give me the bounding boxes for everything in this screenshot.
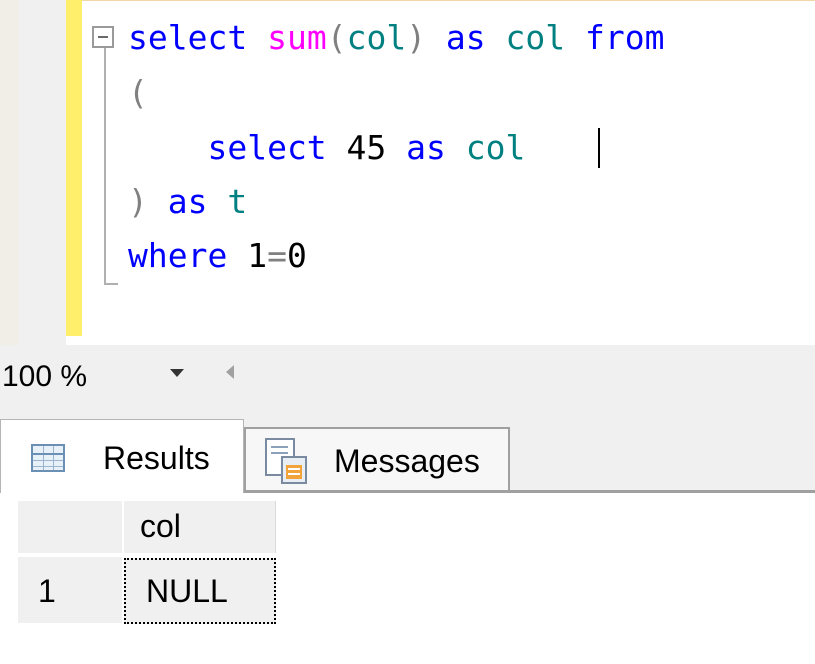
code-line-3[interactable]: select 45 as col	[128, 128, 525, 168]
code-line-5[interactable]: where 1=0	[128, 236, 307, 276]
collapse-icon[interactable]	[92, 26, 114, 48]
scroll-left-icon[interactable]	[226, 365, 234, 379]
code-token: col	[465, 128, 526, 167]
change-tracking-bar	[66, 0, 82, 336]
outline-guide-end	[104, 283, 118, 285]
code-line-1[interactable]: select sum(col) as col from	[128, 18, 665, 58]
code-token: )	[406, 18, 427, 57]
code-token: t	[227, 182, 248, 221]
zoom-level[interactable]: 100 %	[2, 360, 87, 394]
column-header-label: col	[140, 508, 181, 544]
results-grid	[0, 493, 815, 664]
tab-results[interactable]: Results	[0, 419, 244, 493]
text-caret	[598, 128, 600, 168]
messages-icon	[265, 438, 307, 484]
code-token: 0	[286, 236, 307, 275]
chevron-down-icon[interactable]	[170, 369, 184, 377]
code-token: as	[386, 128, 466, 167]
editor-gutter	[18, 0, 66, 345]
code-token: (	[128, 73, 148, 112]
code-line-2[interactable]: (	[128, 73, 148, 113]
tab-messages[interactable]: Messages	[244, 427, 510, 490]
code-token: where	[128, 236, 248, 275]
result-cell-value: NULL	[146, 573, 228, 609]
grid-corner-cell[interactable]	[18, 501, 122, 553]
code-token: 45	[346, 128, 387, 167]
code-token: col	[505, 18, 566, 57]
zoom-bar	[0, 345, 815, 415]
code-token: =	[267, 236, 287, 275]
code-token: )	[128, 182, 148, 221]
code-token: as	[147, 182, 228, 221]
code-token: col	[346, 18, 407, 57]
code-token: 1	[247, 236, 268, 275]
code-token: from	[565, 18, 665, 57]
outline-guide-line	[104, 48, 106, 284]
row-header[interactable]	[18, 557, 122, 623]
code-token: sum	[267, 18, 327, 57]
code-token: select	[128, 128, 347, 167]
tab-messages-label: Messages	[334, 443, 480, 479]
tab-results-label: Results	[103, 440, 210, 476]
code-token: as	[426, 18, 506, 57]
code-token: select	[128, 18, 248, 57]
grid-icon	[31, 444, 65, 472]
code-line-4[interactable]: ) as t	[128, 182, 247, 222]
code-token: (	[326, 18, 347, 57]
row-number: 1	[38, 573, 56, 609]
